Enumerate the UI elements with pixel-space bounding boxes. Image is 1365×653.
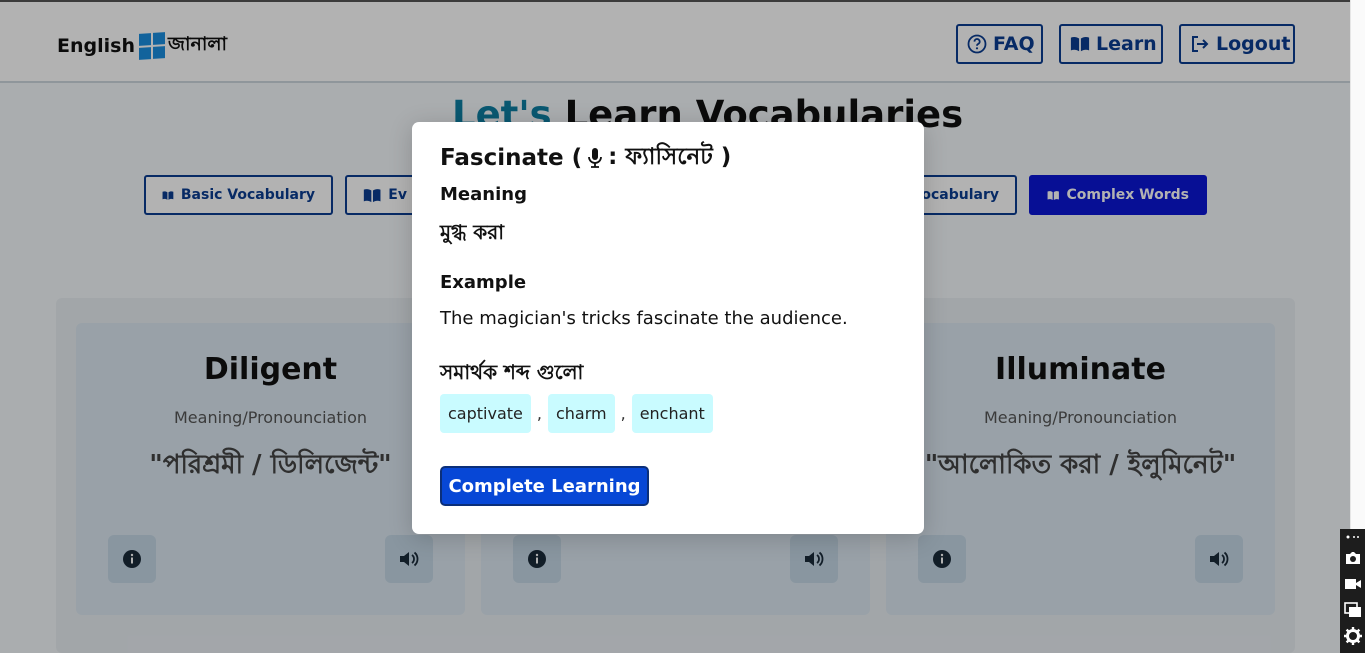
modal-title: Fascinate ( : ফ্যাসিনেট ): [440, 138, 731, 177]
synonym-chip: captivate: [440, 394, 531, 433]
screens-icon[interactable]: [1343, 601, 1362, 619]
example-value: The magician's tricks fascinate the audi…: [440, 308, 848, 329]
gear-icon[interactable]: [1343, 627, 1362, 645]
synonyms-label: সমার্থক শব্দ গুলো: [440, 360, 584, 384]
video-icon[interactable]: [1344, 575, 1362, 593]
modal-title-word: Fascinate (: [440, 144, 583, 171]
modal-title-pronunciation: : ফ্যাসিনেট ): [608, 144, 732, 170]
meaning-value: মুগ্ধ করা: [440, 220, 505, 244]
synonym-separator: ,: [536, 404, 542, 423]
synonym-separator: ,: [620, 404, 626, 423]
complete-learning-button[interactable]: Complete Learning: [440, 466, 649, 506]
synonyms-list: captivate , charm , enchant: [440, 394, 713, 433]
camera-icon[interactable]: [1344, 549, 1362, 567]
word-detail-modal: Fascinate ( : ফ্যাসিনেট ) Meaning মুগ্ধ …: [412, 122, 924, 534]
synonym-chip: enchant: [631, 394, 713, 433]
screen-tools-strip: [1340, 529, 1365, 653]
synonym-chip: charm: [547, 394, 615, 433]
microphone-icon: [588, 147, 603, 168]
more-icon[interactable]: [1344, 533, 1362, 541]
example-label: Example: [440, 272, 527, 293]
meaning-label: Meaning: [440, 184, 527, 205]
